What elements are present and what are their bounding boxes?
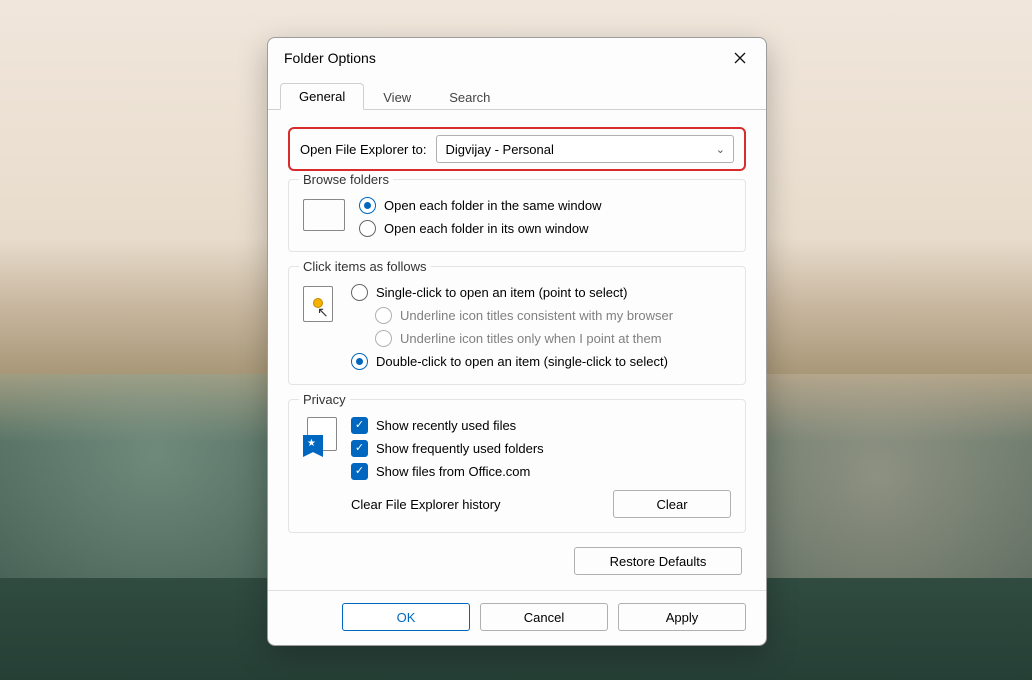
radio-icon: [359, 197, 376, 214]
check-office-files[interactable]: ✓ Show files from Office.com: [351, 463, 731, 480]
checkbox-icon: ✓: [351, 463, 368, 480]
tab-view[interactable]: View: [364, 84, 430, 110]
close-icon: [734, 52, 746, 64]
check-recent-files[interactable]: ✓ Show recently used files: [351, 417, 731, 434]
clear-history-label: Clear File Explorer history: [351, 497, 501, 512]
checkbox-icon: ✓: [351, 440, 368, 457]
cancel-button[interactable]: Cancel: [480, 603, 608, 631]
checkbox-label: Show frequently used folders: [376, 441, 544, 456]
dialog-title: Folder Options: [284, 50, 722, 66]
radio-label: Open each folder in the same window: [384, 198, 602, 213]
radio-label: Open each folder in its own window: [384, 221, 589, 236]
radio-label: Double-click to open an item (single-cli…: [376, 354, 668, 369]
click-items-group: Click items as follows ↖ Single-click to…: [288, 266, 746, 385]
tab-general[interactable]: General: [280, 83, 364, 110]
radio-double-click[interactable]: Double-click to open an item (single-cli…: [351, 353, 731, 370]
open-explorer-dropdown[interactable]: Digvijay - Personal ⌄: [436, 135, 734, 163]
close-button[interactable]: [722, 44, 758, 72]
tab-strip: General View Search: [268, 79, 766, 110]
radio-icon: [359, 220, 376, 237]
privacy-group: Privacy ★ ✓ Show recently used files ✓ S…: [288, 399, 746, 533]
folder-window-icon: [303, 199, 345, 231]
page-cursor-icon: ↖: [303, 286, 337, 326]
browse-folders-group: Browse folders Open each folder in the s…: [288, 179, 746, 252]
checkbox-label: Show files from Office.com: [376, 464, 530, 479]
checkbox-icon: ✓: [351, 417, 368, 434]
radio-label: Single-click to open an item (point to s…: [376, 285, 627, 300]
radio-icon: [351, 353, 368, 370]
browse-folders-title: Browse folders: [299, 172, 393, 187]
check-frequent-folders[interactable]: ✓ Show frequently used folders: [351, 440, 731, 457]
tab-search[interactable]: Search: [430, 84, 509, 110]
folder-options-dialog: Folder Options General View Search Open …: [267, 37, 767, 646]
click-items-title: Click items as follows: [299, 259, 431, 274]
privacy-bookmark-icon: ★: [303, 417, 337, 457]
open-explorer-label: Open File Explorer to:: [300, 142, 426, 157]
open-explorer-value: Digvijay - Personal: [445, 142, 553, 157]
tab-content: Open File Explorer to: Digvijay - Person…: [268, 109, 766, 590]
radio-icon: [375, 330, 392, 347]
clear-history-row: Clear File Explorer history Clear: [351, 490, 731, 518]
radio-underline-browser: Underline icon titles consistent with my…: [375, 307, 731, 324]
radio-same-window[interactable]: Open each folder in the same window: [359, 197, 731, 214]
radio-icon: [375, 307, 392, 324]
titlebar: Folder Options: [268, 38, 766, 78]
radio-icon: [351, 284, 368, 301]
privacy-title: Privacy: [299, 392, 350, 407]
dialog-footer: OK Cancel Apply: [268, 590, 766, 645]
chevron-down-icon: ⌄: [716, 143, 725, 156]
checkbox-label: Show recently used files: [376, 418, 516, 433]
radio-label: Underline icon titles consistent with my…: [400, 308, 673, 323]
radio-label: Underline icon titles only when I point …: [400, 331, 662, 346]
clear-button[interactable]: Clear: [613, 490, 731, 518]
radio-underline-point: Underline icon titles only when I point …: [375, 330, 731, 347]
ok-button[interactable]: OK: [342, 603, 470, 631]
radio-own-window[interactable]: Open each folder in its own window: [359, 220, 731, 237]
restore-row: Restore Defaults: [288, 547, 746, 575]
restore-defaults-button[interactable]: Restore Defaults: [574, 547, 742, 575]
radio-single-click[interactable]: Single-click to open an item (point to s…: [351, 284, 731, 301]
apply-button[interactable]: Apply: [618, 603, 746, 631]
open-explorer-row: Open File Explorer to: Digvijay - Person…: [288, 127, 746, 171]
